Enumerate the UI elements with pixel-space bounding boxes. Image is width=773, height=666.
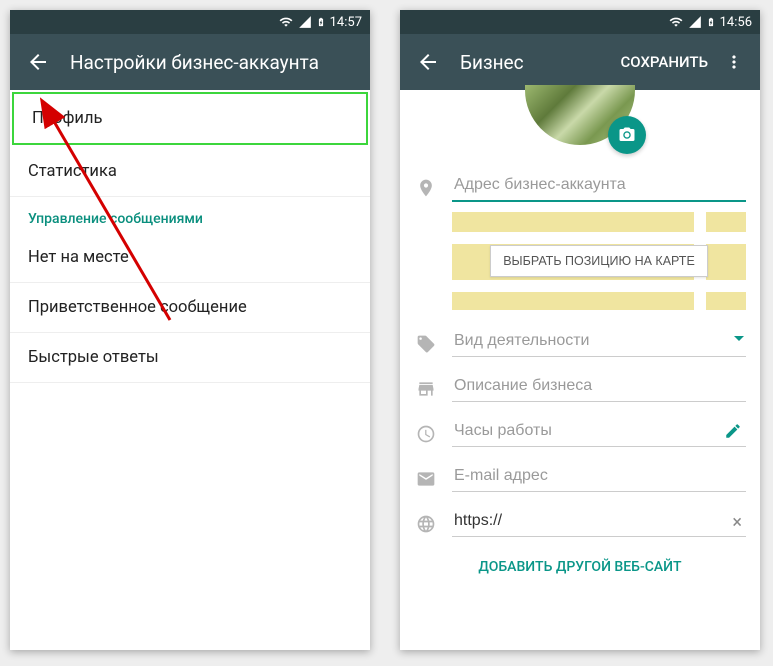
hours-input[interactable] [452,414,746,447]
wifi-icon [278,15,294,29]
more-button[interactable] [716,44,752,80]
menu-item-away[interactable]: Нет на месте [10,233,370,283]
tag-icon [414,324,438,354]
avatar-section [400,90,760,160]
appbar-title: Бизнес [460,51,613,74]
row-hours [400,406,760,451]
website-input[interactable] [452,504,746,537]
address-field[interactable] [452,168,746,202]
email-field[interactable] [452,459,746,492]
back-button[interactable] [18,42,58,82]
phone-settings: 14:57 Настройки бизнес-аккаунта Профиль … [10,10,370,650]
hours-field[interactable] [452,414,746,447]
store-icon [414,369,438,399]
signal-icon [298,15,312,29]
status-time: 14:56 [720,15,752,30]
app-bar: Бизнес СОХРАНИТЬ [400,34,760,90]
menu-item-profile[interactable]: Профиль [14,94,366,143]
phone-business-profile: 14:56 Бизнес СОХРАНИТЬ ВЫБРАТЬ ПОЗИЦИЮ Н… [400,10,760,650]
chevron-down-icon [734,336,744,341]
globe-icon [414,504,438,534]
row-address [400,160,760,206]
email-input[interactable] [452,459,746,492]
email-icon [414,459,438,489]
location-icon [414,168,438,198]
appbar-title: Настройки бизнес-аккаунта [70,51,362,74]
status-bar: 14:57 [10,10,370,34]
arrow-back-icon [416,50,440,74]
arrow-back-icon [26,50,50,74]
category-field[interactable] [452,324,746,357]
battery-icon [316,14,326,30]
menu-item-stats[interactable]: Статистика [10,147,370,197]
category-input[interactable] [452,324,746,357]
signal-icon [688,15,702,29]
row-description [400,361,760,406]
back-button[interactable] [408,42,448,82]
clear-website-button[interactable]: × [732,512,742,533]
save-button[interactable]: СОХРАНИТЬ [613,53,717,71]
row-category [400,316,760,361]
more-vert-icon [724,52,744,72]
edit-hours-button[interactable] [724,422,742,444]
website-field[interactable]: × [452,504,746,537]
row-email [400,451,760,496]
pencil-icon [724,422,742,440]
menu-item-quick-replies[interactable]: Быстрые ответы [10,333,370,383]
map-preview[interactable]: ВЫБРАТЬ ПОЗИЦИЮ НА КАРТЕ [452,212,746,310]
add-website-button[interactable]: ДОБАВИТЬ ДРУГОЙ ВЕБ-САЙТ [400,541,760,593]
address-input[interactable] [452,168,746,202]
row-website: × [400,496,760,541]
battery-icon [706,14,716,30]
select-on-map-button[interactable]: ВЫБРАТЬ ПОЗИЦИЮ НА КАРТЕ [490,245,708,277]
change-photo-button[interactable] [608,116,646,154]
clock-icon [414,414,438,444]
status-bar: 14:56 [400,10,760,34]
description-field[interactable] [452,369,746,402]
section-header-messages: Управление сообщениями [10,197,370,233]
status-time: 14:57 [330,15,362,30]
menu-item-greeting[interactable]: Приветственное сообщение [10,283,370,333]
highlight-annotation: Профиль [12,92,368,145]
camera-icon [618,126,636,144]
app-bar: Настройки бизнес-аккаунта [10,34,370,90]
wifi-icon [668,15,684,29]
description-input[interactable] [452,369,746,402]
